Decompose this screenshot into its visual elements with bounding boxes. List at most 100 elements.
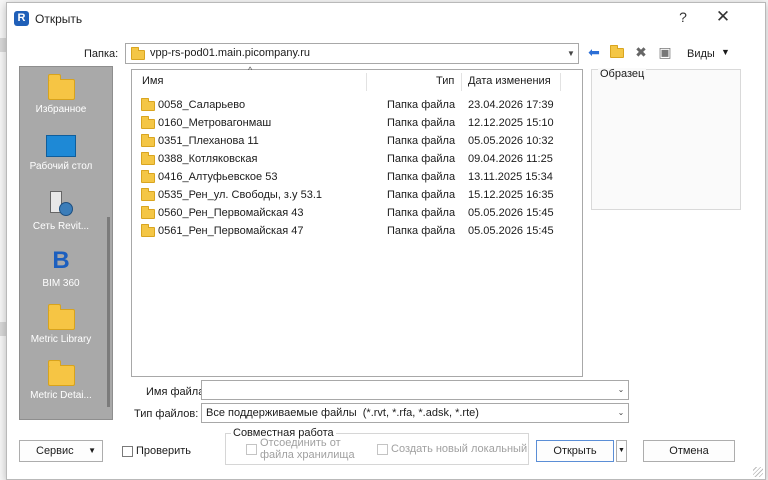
filetype-value: Все поддерживаемые файлы (*.rvt, *.rfa, … <box>206 407 479 419</box>
column-header-name[interactable]: Имя <box>142 70 163 92</box>
file-name: 0560_Рен_Первомайская 43 <box>158 207 304 219</box>
up-folder-icon[interactable] <box>608 43 626 61</box>
location-combobox[interactable]: vpp-rs-pod01.main.picompany.ru ▼ <box>125 43 579 64</box>
service-label: Сервис <box>36 445 74 457</box>
chevron-down-icon[interactable]: ⌄ <box>614 381 628 399</box>
list-item[interactable]: 0561_Рен_Первомайская 47 Папка файла 05.… <box>132 222 582 240</box>
open-button[interactable]: Открыть <box>536 440 614 462</box>
network-folder-icon <box>131 47 145 60</box>
folder-icon <box>47 74 75 100</box>
desktop-icon <box>46 135 76 157</box>
file-list: Имя ^ Тип Дата изменения 0058_Саларьево … <box>131 65 583 377</box>
preview-panel: Образец <box>591 68 741 210</box>
detach-checkbox[interactable] <box>246 444 257 455</box>
folder-icon <box>141 116 155 129</box>
filename-input[interactable]: ⌄ <box>201 380 629 400</box>
place-label: BIM 360 <box>42 278 80 289</box>
file-type: Папка файла <box>387 189 456 201</box>
column-separator[interactable] <box>461 73 462 91</box>
file-type: Папка файла <box>387 207 456 219</box>
sort-up-icon: ^ <box>248 65 253 75</box>
file-date: 13.11.2025 15:34 <box>468 171 553 183</box>
views-dropdown-icon[interactable]: ▼ <box>721 47 730 57</box>
place-label: Сеть Revit... <box>32 221 90 232</box>
file-type: Папка файла <box>387 225 456 237</box>
file-name: 0388_Котляковская <box>158 153 258 165</box>
file-date: 15.12.2025 16:35 <box>468 189 554 201</box>
file-name: 0058_Саларьево <box>158 99 246 111</box>
list-item[interactable]: 0351_Плеханова 11 Папка файла 05.05.2026… <box>132 132 582 150</box>
revit-logo-icon: R <box>14 11 29 26</box>
filetype-select[interactable]: Все поддерживаемые файлы (*.rvt, *.rfa, … <box>201 403 629 423</box>
list-item[interactable]: 0535_Рен_ул. Свободы, з.у 53.1 Папка фай… <box>132 186 582 204</box>
views-button[interactable]: Виды <box>687 48 715 60</box>
delete-icon[interactable]: ✖ <box>632 43 650 61</box>
file-date: 05.05.2026 15:45 <box>468 225 554 237</box>
file-date: 23.04.2026 17:39 <box>468 99 554 111</box>
file-type: Папка файла <box>387 117 456 129</box>
file-name: 0535_Рен_ул. Свободы, з.у 53.1 <box>158 189 323 201</box>
cancel-button[interactable]: Отмена <box>643 440 735 462</box>
place-desktop[interactable]: Рабочий стол <box>20 135 102 172</box>
column-separator[interactable] <box>366 73 367 91</box>
list-item[interactable]: 0160_Метровагонмаш Папка файла 12.12.202… <box>132 114 582 132</box>
place-favorites[interactable]: Избранное <box>20 74 102 115</box>
file-name: 0416_Алтуфьевское 53 <box>158 171 278 183</box>
column-header-date[interactable]: Дата изменения <box>468 70 551 92</box>
chevron-down-icon: ▼ <box>88 446 96 455</box>
place-revit-server[interactable]: Сеть Revit... <box>20 191 102 232</box>
place-bim360[interactable]: B BIM 360 <box>20 247 102 290</box>
folder-icon <box>141 98 155 111</box>
file-type: Папка файла <box>387 135 456 147</box>
place-label: Избранное <box>35 104 87 115</box>
places-scrollbar[interactable] <box>107 217 110 407</box>
folder-icon <box>141 152 155 165</box>
open-dropdown-icon[interactable]: ▼ <box>616 440 627 462</box>
file-date: 09.04.2026 11:25 <box>468 153 553 165</box>
collaboration-group: Совместная работа Отсоединить от файла х… <box>225 427 529 465</box>
preview-label: Образец <box>598 68 647 80</box>
file-name: 0561_Рен_Первомайская 47 <box>158 225 304 237</box>
file-type: Папка файла <box>387 171 456 183</box>
check-label: Проверить <box>136 445 192 457</box>
bim360-icon: B <box>52 247 70 274</box>
place-metric-details[interactable]: Metric Detai... <box>20 360 102 401</box>
folder-icon <box>141 206 155 219</box>
place-label: Metric Library <box>30 334 92 345</box>
folder-icon <box>47 360 75 386</box>
create-local-label: Создать новый локальный <box>391 443 528 455</box>
resize-grip[interactable] <box>753 467 763 477</box>
place-label: Metric Detai... <box>30 390 92 401</box>
chevron-down-icon[interactable]: ▼ <box>564 44 578 63</box>
file-name: 0160_Метровагонмаш <box>158 117 272 129</box>
folder-icon <box>141 188 155 201</box>
list-item[interactable]: 0058_Саларьево Папка файла 23.04.2026 17… <box>132 96 582 114</box>
file-rows: 0058_Саларьево Папка файла 23.04.2026 17… <box>132 96 582 240</box>
places-bar: Избранное Рабочий стол Сеть Revit... B B… <box>19 66 113 420</box>
folder-icon <box>141 170 155 183</box>
list-item[interactable]: 0388_Котляковская Папка файла 09.04.2026… <box>132 150 582 168</box>
folder-icon <box>47 304 75 330</box>
column-header-type[interactable]: Тип <box>436 70 454 92</box>
service-button[interactable]: Сервис ▼ <box>19 440 103 462</box>
open-dialog: R Открыть ? ✕ Папка: vpp-rs-pod01.main.p… <box>6 2 766 480</box>
create-local-checkbox[interactable] <box>377 444 388 455</box>
help-button[interactable]: ? <box>675 9 691 25</box>
filename-label: Имя файла: <box>146 386 208 398</box>
location-value: vpp-rs-pod01.main.picompany.ru <box>150 47 310 59</box>
file-date: 05.05.2026 10:32 <box>468 135 554 147</box>
folder-icon <box>141 134 155 147</box>
back-arrow-icon[interactable]: ⬅ <box>585 43 603 61</box>
title-bar: R Открыть ? ✕ <box>7 3 765 33</box>
place-metric-library[interactable]: Metric Library <box>20 304 102 345</box>
new-folder-icon[interactable]: ▣ <box>656 43 674 61</box>
chevron-down-icon[interactable]: ⌄ <box>614 404 628 422</box>
close-button[interactable]: ✕ <box>713 7 733 27</box>
check-checkbox[interactable] <box>122 446 133 457</box>
place-label: Рабочий стол <box>29 161 93 172</box>
file-type: Папка файла <box>387 99 456 111</box>
column-separator[interactable] <box>560 73 561 91</box>
list-item[interactable]: 0416_Алтуфьевское 53 Папка файла 13.11.2… <box>132 168 582 186</box>
list-item[interactable]: 0560_Рен_Первомайская 43 Папка файла 05.… <box>132 204 582 222</box>
folder-icon <box>141 224 155 237</box>
